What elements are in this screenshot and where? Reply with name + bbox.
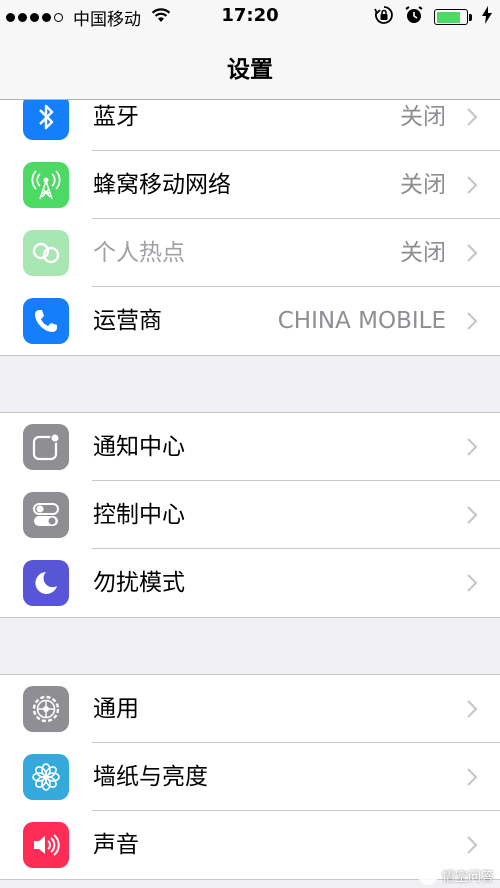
watermark: 悟空问答: [417, 865, 494, 885]
chevron-right-icon: [467, 574, 478, 592]
chevron-right-icon: [467, 244, 478, 262]
settings-row-cellular[interactable]: 蜂窝移动网络 关闭: [0, 151, 500, 219]
chevron-right-icon: [467, 700, 478, 718]
settings-row-label: 声音: [93, 832, 139, 858]
watermark-logo-icon: [417, 865, 438, 885]
settings-row-label: 通知中心: [93, 434, 185, 460]
settings-row-label: 个人热点: [93, 240, 185, 266]
chevron-right-icon: [467, 768, 478, 786]
settings-row-value: CHINA MOBILE: [277, 308, 446, 334]
settings-row-label: 蜂窝移动网络: [93, 172, 231, 198]
settings-row-label: 勿扰模式: [93, 570, 185, 596]
cellular-icon: [23, 162, 69, 208]
settings-row-control-center[interactable]: 控制中心: [0, 481, 500, 549]
settings-row-carrier[interactable]: 运营商 CHINA MOBILE: [0, 287, 500, 355]
settings-row-do-not-disturb[interactable]: 勿扰模式: [0, 549, 500, 617]
status-right: [374, 5, 492, 30]
chevron-right-icon: [467, 506, 478, 524]
settings-row-label: 运营商: [93, 308, 162, 334]
bluetooth-icon: [23, 94, 69, 140]
settings-group-system: 通知中心 控制中心 勿扰模式: [0, 412, 500, 618]
chevron-right-icon: [467, 312, 478, 330]
settings-row-label: 墙纸与亮度: [93, 764, 208, 790]
settings-row-hotspot[interactable]: 个人热点 关闭: [0, 219, 500, 287]
watermark-text: 悟空问答: [441, 869, 494, 885]
speaker-icon: [23, 822, 69, 868]
battery-icon: [434, 9, 472, 25]
toggle-icon: [23, 492, 69, 538]
status-bar: 中国移动 17:20: [0, 0, 500, 34]
alarm-icon: [404, 5, 424, 30]
settings-row-notification-center[interactable]: 通知中心: [0, 413, 500, 481]
chevron-right-icon: [467, 438, 478, 456]
settings-row-value: 关闭: [400, 172, 446, 198]
notification-icon: [23, 424, 69, 470]
settings-row-value: 关闭: [400, 240, 446, 266]
navigation-bar-overlay: 设置: [0, 34, 500, 100]
charging-icon: [482, 5, 492, 29]
phone-icon: [23, 298, 69, 344]
settings-group-device: 通用 墙纸与亮度 声音: [0, 674, 500, 880]
chevron-right-icon: [467, 836, 478, 854]
flower-icon: [23, 754, 69, 800]
settings-row-label: 控制中心: [93, 502, 185, 528]
settings-row-wallpaper-brightness[interactable]: 墙纸与亮度: [0, 743, 500, 811]
gear-icon: [23, 686, 69, 732]
hotspot-icon: [23, 230, 69, 276]
settings-group-connectivity: 蓝牙 关闭 蜂窝移动网络 关闭 个人热点 关闭 运营商 CHINA MOBILE: [0, 82, 500, 356]
settings-row-label: 通用: [93, 696, 139, 722]
chevron-right-icon: [467, 176, 478, 194]
moon-icon: [23, 560, 69, 606]
settings-row-general[interactable]: 通用: [0, 675, 500, 743]
rotation-lock-icon: [374, 5, 394, 30]
page-title: 设置: [227, 57, 273, 83]
chevron-right-icon: [467, 108, 478, 126]
